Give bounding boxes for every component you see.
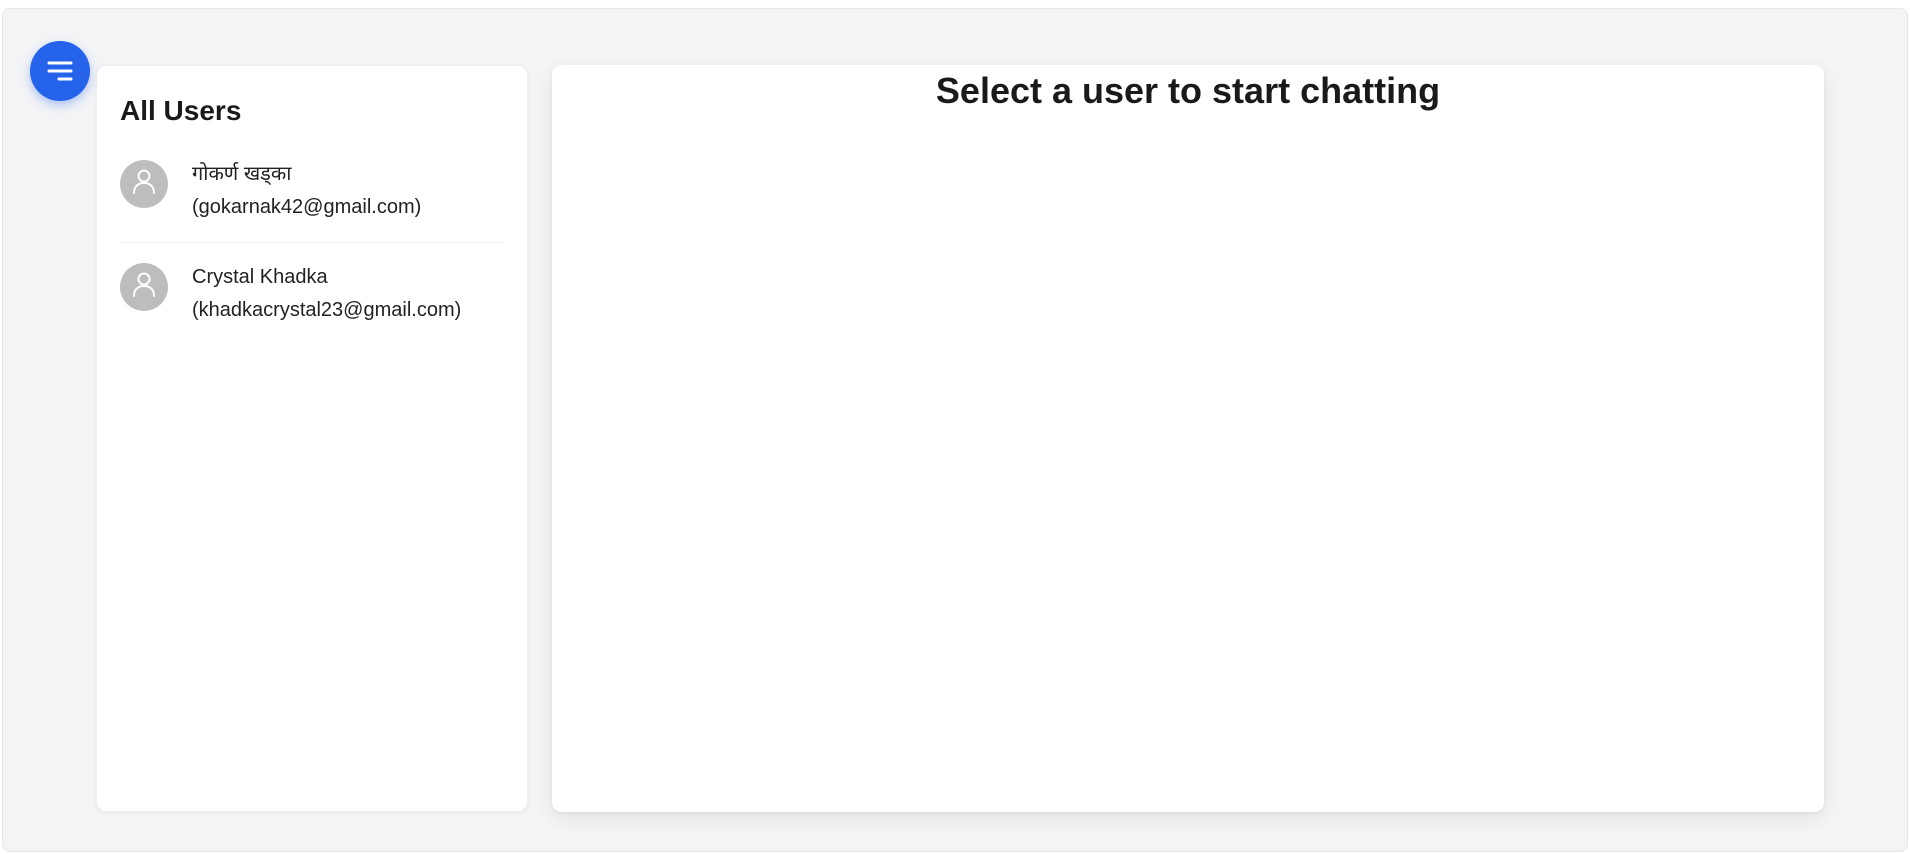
- menu-button[interactable]: [30, 41, 90, 101]
- user-email: (khadkacrystal23@gmail.com): [192, 298, 462, 321]
- menu-icon: [46, 59, 74, 83]
- user-info: गोकर्ण खड्का (gokarnak42@gmail.com): [192, 158, 421, 224]
- user-list-item[interactable]: Crystal Khadka (khadkacrystal23@gmail.co…: [120, 241, 504, 345]
- user-info: Crystal Khadka (khadkacrystal23@gmail.co…: [192, 261, 461, 327]
- chat-placeholder-heading: Select a user to start chatting: [935, 70, 1441, 111]
- avatar: [120, 159, 168, 208]
- user-email: (gokarnak42@gmail.com): [192, 195, 422, 218]
- user-list-item[interactable]: गोकर्ण खड्का (gokarnak42@gmail.com): [120, 158, 504, 242]
- users-panel-title: All Users: [120, 95, 242, 126]
- app-frame: All Users गोकर्ण खड्का (gokarnak42@gmail…: [2, 8, 1908, 852]
- chat-panel: Select a user to start chatting: [552, 65, 1824, 812]
- users-panel: All Users गोकर्ण खड्का (gokarnak42@gmail…: [96, 65, 528, 812]
- user-name: गोकर्ण खड्का: [192, 162, 292, 185]
- user-icon: [132, 271, 156, 302]
- user-name: Crystal Khadka: [192, 265, 328, 288]
- user-icon: [132, 168, 156, 199]
- user-list: गोकर्ण खड्का (gokarnak42@gmail.com) Crys…: [120, 158, 504, 345]
- avatar: [120, 262, 168, 311]
